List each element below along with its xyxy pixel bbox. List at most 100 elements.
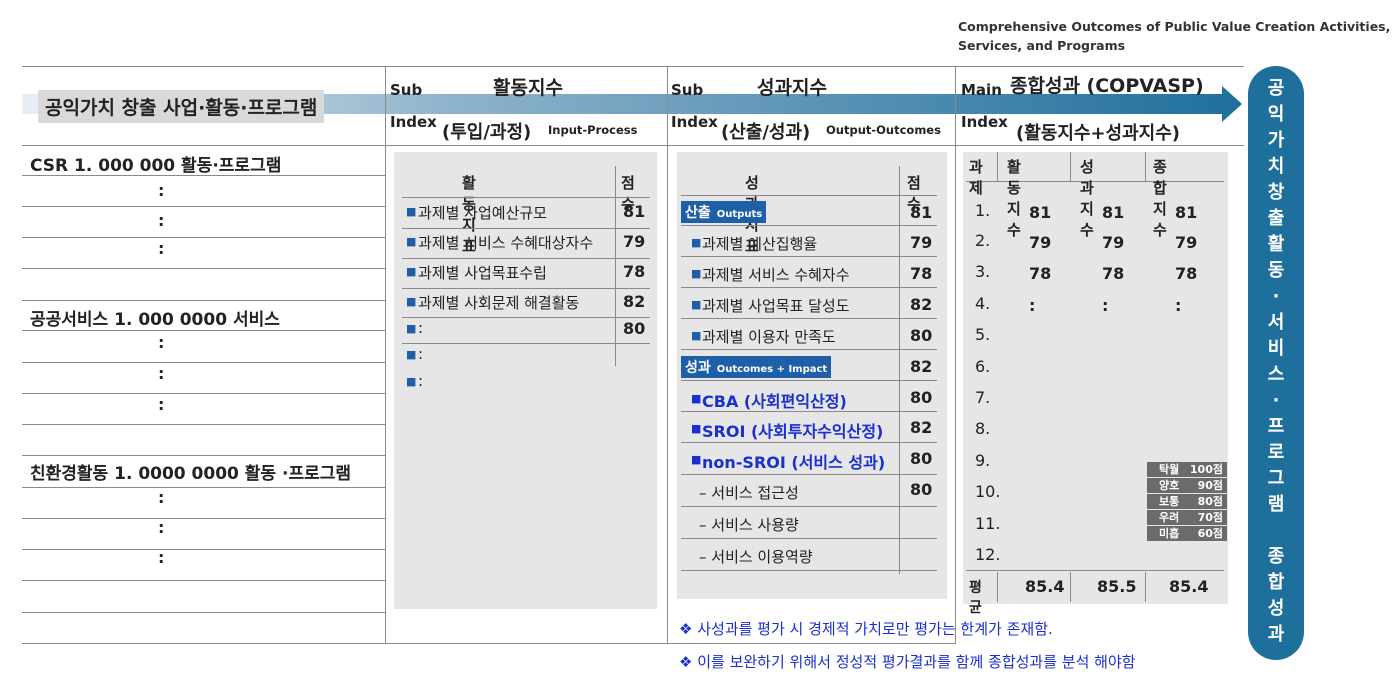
summary-value: 79 (1102, 233, 1125, 252)
summary-value: 81 (1175, 203, 1198, 222)
summary-header-1: 활동지수 (1007, 158, 1021, 239)
left-row-public-service: 공공서비스 1. 000 0000 서비스 (30, 310, 280, 330)
bullet-square-icon: ■ (691, 236, 702, 249)
summary-value: 81 (1102, 203, 1125, 222)
bullet-square-icon: ■ (691, 267, 702, 280)
vertical-label-char: · (1272, 390, 1280, 411)
summary-task-number: 10. (975, 482, 1001, 501)
vertical-label-char: 익 (1267, 104, 1285, 125)
main-label: Main (961, 81, 1002, 99)
output-score: 79 (910, 233, 933, 252)
activity-indicator: 과제별 서비스 수혜대상자수 (418, 234, 594, 252)
left-row-colon: : (158, 181, 165, 200)
summary-avg-value: 85.5 (1097, 577, 1137, 596)
vertical-label-char: 성 (1267, 598, 1285, 619)
bullet-square-icon: ■ (406, 348, 417, 361)
table-bottom-border (22, 643, 956, 644)
summary-value: 78 (1102, 264, 1125, 283)
activity-indicator: : (418, 345, 424, 363)
summary-value: : (1029, 296, 1036, 315)
summary-value: 78 (1175, 264, 1198, 283)
table-top-border (22, 66, 1244, 67)
vertical-label-char: 그 (1267, 468, 1285, 489)
grade-name: 양호 (1159, 479, 1180, 492)
grade-score: 90점 (1197, 479, 1223, 492)
activity-subtitle: (투입/과정) (442, 122, 532, 143)
top-caption: Comprehensive Outcomes of Public Value C… (958, 17, 1390, 55)
activity-index-label: Index (390, 113, 437, 131)
vertical-label-char: 비 (1267, 338, 1285, 359)
output-indicator: 과제별 이용자 만족도 (702, 328, 836, 346)
activity-indicator: 과제별 사회문제 해결활동 (418, 294, 580, 312)
activity-indicator: 과제별 사업예산규모 (418, 204, 547, 222)
vertical-label-char: 과 (1267, 624, 1285, 645)
vertical-label-char: · (1272, 286, 1280, 307)
vertical-label-char: 합 (1267, 572, 1285, 593)
vertical-label-char: 스 (1267, 364, 1285, 385)
bullet-square-icon: ■ (691, 392, 702, 405)
left-row-eco: 친환경활동 1. 0000 0000 활동 ·프로그램 (30, 464, 352, 484)
main-subtitle: (활동지수+성과지수) (1016, 123, 1181, 144)
vertical-label-char: 동 (1267, 260, 1285, 281)
summary-value: : (1102, 296, 1109, 315)
sub-item-indicator: – 서비스 사용량 (699, 516, 799, 534)
left-row-csr: CSR 1. 000 000 활동·프로그램 (30, 156, 282, 176)
activity-score: 78 (623, 262, 646, 281)
activity-score: 80 (623, 319, 646, 338)
summary-avg-value: 85.4 (1169, 577, 1209, 596)
summary-value: 79 (1029, 233, 1052, 252)
grade-score: 70점 (1197, 511, 1223, 524)
left-row-colon: : (158, 239, 165, 258)
summary-header-2: 성과지수 (1080, 158, 1094, 239)
vertical-label-char: 치 (1267, 156, 1285, 177)
output-indicator: 과제별 예산집행율 (702, 235, 818, 253)
main-index-title: 종합성과 (COPVASP) (1010, 75, 1204, 97)
bullet-square-icon: ■ (406, 295, 417, 308)
main-index-label: Index (961, 113, 1008, 131)
vertical-label-char: 활 (1267, 234, 1285, 255)
output-indicator: 과제별 서비스 수혜자수 (702, 266, 850, 284)
summary-task-number: 8. (975, 419, 991, 438)
outcome-index-label: Index (671, 113, 718, 131)
sub-item-indicator: – 서비스 이용역량 (699, 548, 813, 566)
vertical-label-pill: 공 익 가 치 창 출 활 동 · 서 비 스 · 프 로 그 램 종 합 성 과 (1248, 66, 1304, 660)
grade-score: 80점 (1197, 495, 1223, 508)
summary-task-number: 2. (975, 231, 991, 250)
summary-header-0: 과제 (969, 158, 983, 197)
sub-item-indicator: – 서비스 접근성 (699, 484, 799, 502)
summary-task-number: 1. (975, 201, 991, 220)
grade-name: 보통 (1159, 495, 1180, 508)
outputs-tag-score: 81 (910, 203, 933, 222)
grade-badge: 미흡 60점 (1147, 526, 1227, 541)
left-row-colon: : (158, 518, 165, 537)
grade-badge: 우려 70점 (1147, 510, 1227, 525)
summary-avg-label: 평균 (969, 580, 982, 616)
summary-task-number: 12. (975, 545, 1001, 564)
left-row-colon: : (158, 333, 165, 352)
vertical-label-char: 창 (1267, 182, 1285, 203)
activity-index-title: 활동지수 (493, 77, 563, 99)
vertical-label-char: 프 (1267, 416, 1285, 437)
summary-task-number: 11. (975, 514, 1001, 533)
bullet-square-icon: ■ (406, 265, 417, 278)
col-divider-3 (955, 66, 956, 644)
grade-score: 60점 (1197, 527, 1223, 540)
note-2: ❖ 이를 보완하기 위해서 정성적 평가결과를 함께 종합성과를 분석 해야함 (679, 653, 1136, 671)
left-row-colon: : (158, 395, 165, 414)
summary-value: 79 (1175, 233, 1198, 252)
vertical-label-char: 가 (1267, 130, 1285, 151)
bullet-square-icon: ■ (691, 329, 702, 342)
left-row-colon: : (158, 488, 165, 507)
summary-value: : (1175, 296, 1182, 315)
bullet-square-icon: ■ (691, 453, 702, 466)
bullet-square-icon: ■ (406, 375, 417, 388)
note-1: ❖ 사성과를 평가 시 경제적 가치로만 평가는 한계가 존재함. (679, 620, 1053, 638)
activity-score: 79 (623, 232, 646, 251)
outcome-subtitle: (산출/성과) (721, 122, 811, 143)
bullet-square-icon: ■ (691, 422, 702, 435)
outcome-indicator: non-SROI (서비스 성과) (702, 453, 886, 472)
bullet-square-icon: ■ (691, 298, 702, 311)
vertical-label-char: 로 (1267, 442, 1285, 463)
outcome-indicator: CBA (사회편익산정) (702, 392, 847, 411)
bullet-square-icon: ■ (406, 205, 417, 218)
